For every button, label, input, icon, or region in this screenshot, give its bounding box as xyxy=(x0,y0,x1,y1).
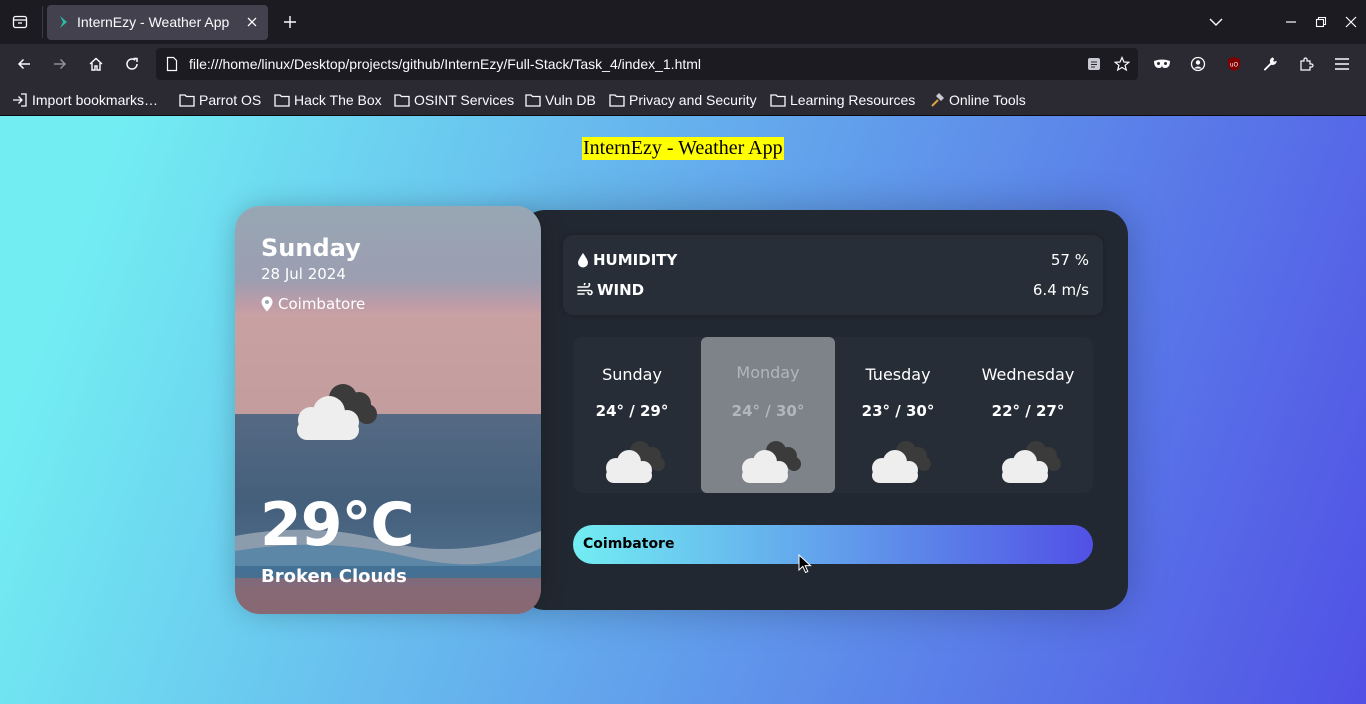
bookmark-label: Hack The Box xyxy=(294,92,382,108)
humidity-value: 57 % xyxy=(1050,251,1089,269)
forecast-temp-range: 24° / 29° xyxy=(595,402,669,420)
bookmark-label: Vuln DB xyxy=(545,92,596,108)
restore-icon[interactable] xyxy=(1311,12,1331,32)
forecast-list: Sunday 24° / 29° Monday 24° / 30° Tuesda… xyxy=(573,337,1093,493)
bookmark-folder-parrot-os[interactable]: Parrot OS xyxy=(179,91,261,109)
folder-icon xyxy=(770,94,786,107)
folder-icon xyxy=(179,94,195,107)
current-weather-card: Sunday 28 Jul 2024 Coimbatore 29°C Broke… xyxy=(235,206,541,614)
location-pin-icon xyxy=(261,296,273,312)
water-drop-icon xyxy=(578,253,588,268)
reader-view-icon[interactable] xyxy=(1086,56,1102,72)
tab-weather-app[interactable]: InternEzy - Weather App xyxy=(47,5,268,40)
forecast-day-card[interactable]: Sunday 24° / 29° xyxy=(565,337,699,493)
close-tab-icon[interactable] xyxy=(244,14,260,30)
current-location: Coimbatore xyxy=(261,295,365,313)
bookmark-import[interactable]: Import bookmarks… xyxy=(12,91,158,109)
navigation-toolbar: file:///home/linux/Desktop/projects/gith… xyxy=(0,44,1366,84)
firefox-view-icon[interactable] xyxy=(8,10,32,34)
folder-icon xyxy=(394,94,410,107)
forecast-temp-range: 24° / 30° xyxy=(731,402,805,420)
bookmark-label: OSINT Services xyxy=(414,92,515,108)
broken-clouds-icon xyxy=(1002,441,1061,483)
tab-bar: InternEzy - Weather App xyxy=(0,0,1366,44)
humidity-label: HUMIDITY xyxy=(593,251,678,269)
current-day: Sunday xyxy=(261,234,361,262)
broken-clouds-icon xyxy=(606,441,665,483)
weather-description: Broken Clouds xyxy=(261,566,407,587)
folder-icon xyxy=(525,94,541,107)
private-mask-icon[interactable] xyxy=(1150,52,1174,76)
wind-icon xyxy=(577,283,593,296)
new-tab-icon[interactable] xyxy=(280,12,300,32)
bookmark-label: Parrot OS xyxy=(199,92,262,108)
close-window-icon[interactable] xyxy=(1341,12,1361,32)
extensions-icon[interactable] xyxy=(1294,52,1318,76)
bookmark-folder-privacy-security[interactable]: Privacy and Security xyxy=(609,91,757,109)
bookmark-label: Privacy and Security xyxy=(629,92,757,108)
reload-icon[interactable] xyxy=(120,52,144,76)
bookmarks-toolbar: Import bookmarks… Parrot OS Hack The Box… xyxy=(0,84,1366,116)
forecast-temp-range: 22° / 27° xyxy=(991,402,1065,420)
location-label: Coimbatore xyxy=(278,295,366,313)
location-search-input[interactable]: Coimbatore xyxy=(573,525,1093,564)
list-all-tabs-icon[interactable] xyxy=(1206,12,1226,32)
weather-stats: HUMIDITY 57 % WIND 6.4 m/s xyxy=(563,235,1103,315)
home-icon[interactable] xyxy=(84,52,108,76)
page-icon xyxy=(166,56,178,72)
forecast-day-name: Monday xyxy=(736,363,800,382)
forecast-day-name: Wednesday xyxy=(981,365,1075,384)
import-icon xyxy=(13,93,27,107)
bookmark-label: Online Tools xyxy=(949,92,1026,108)
mouse-cursor-icon xyxy=(798,554,812,574)
menu-icon[interactable] xyxy=(1330,52,1354,76)
tab-title: InternEzy - Weather App xyxy=(77,14,230,30)
bookmark-star-icon[interactable] xyxy=(1114,56,1130,72)
ublock-icon[interactable]: uO xyxy=(1222,52,1246,76)
folder-icon xyxy=(274,94,290,107)
url-text[interactable]: file:///home/linux/Desktop/projects/gith… xyxy=(189,56,701,72)
forecast-day-card[interactable]: Wednesday 22° / 27° xyxy=(961,337,1095,493)
svg-text:uO: uO xyxy=(1230,62,1239,69)
tab-favicon-icon xyxy=(60,16,67,28)
forecast-day-card[interactable]: Tuesday 23° / 30° xyxy=(831,337,965,493)
forecast-day-name: Sunday xyxy=(602,365,662,384)
page-viewport: InternEzy - Weather App Sunday 28 Jul 20… xyxy=(0,116,1366,704)
forecast-day-card-active[interactable]: Monday 24° / 30° xyxy=(701,337,835,493)
wind-row: WIND 6.4 m/s xyxy=(577,280,1089,300)
broken-clouds-icon xyxy=(742,441,801,483)
address-bar[interactable]: file:///home/linux/Desktop/projects/gith… xyxy=(156,48,1138,80)
wrench-icon[interactable] xyxy=(1258,52,1282,76)
bookmark-folder-hack-the-box[interactable]: Hack The Box xyxy=(274,91,382,109)
account-icon[interactable] xyxy=(1186,52,1210,76)
bookmark-folder-vuln-db[interactable]: Vuln DB xyxy=(525,91,596,109)
bookmark-label: Import bookmarks… xyxy=(32,92,159,108)
forecast-temp-range: 23° / 30° xyxy=(861,402,935,420)
forward-icon[interactable] xyxy=(48,52,72,76)
humidity-row: HUMIDITY 57 % xyxy=(577,250,1089,270)
bookmark-folder-learning-resources[interactable]: Learning Resources xyxy=(770,91,915,109)
bookmark-online-tools[interactable]: Online Tools xyxy=(929,91,1026,109)
wind-label: WIND xyxy=(597,281,645,299)
broken-clouds-icon xyxy=(297,384,377,440)
minimize-icon[interactable] xyxy=(1281,12,1301,32)
current-temperature: 29°C xyxy=(260,490,415,560)
forecast-day-name: Tuesday xyxy=(865,365,931,384)
browser-chrome: InternEzy - Weather App file:///home/lin… xyxy=(0,0,1366,116)
current-date: 28 Jul 2024 xyxy=(261,265,346,283)
page-title: InternEzy - Weather App xyxy=(582,137,784,160)
tab-separator xyxy=(42,6,43,38)
folder-icon xyxy=(609,94,625,107)
location-search-value[interactable]: Coimbatore xyxy=(583,536,674,552)
wind-value: 6.4 m/s xyxy=(1032,281,1089,299)
broken-clouds-icon xyxy=(872,441,931,483)
back-icon[interactable] xyxy=(12,52,36,76)
bookmark-folder-osint-services[interactable]: OSINT Services xyxy=(394,91,514,109)
bookmark-label: Learning Resources xyxy=(790,92,916,108)
hammer-icon xyxy=(931,93,944,107)
